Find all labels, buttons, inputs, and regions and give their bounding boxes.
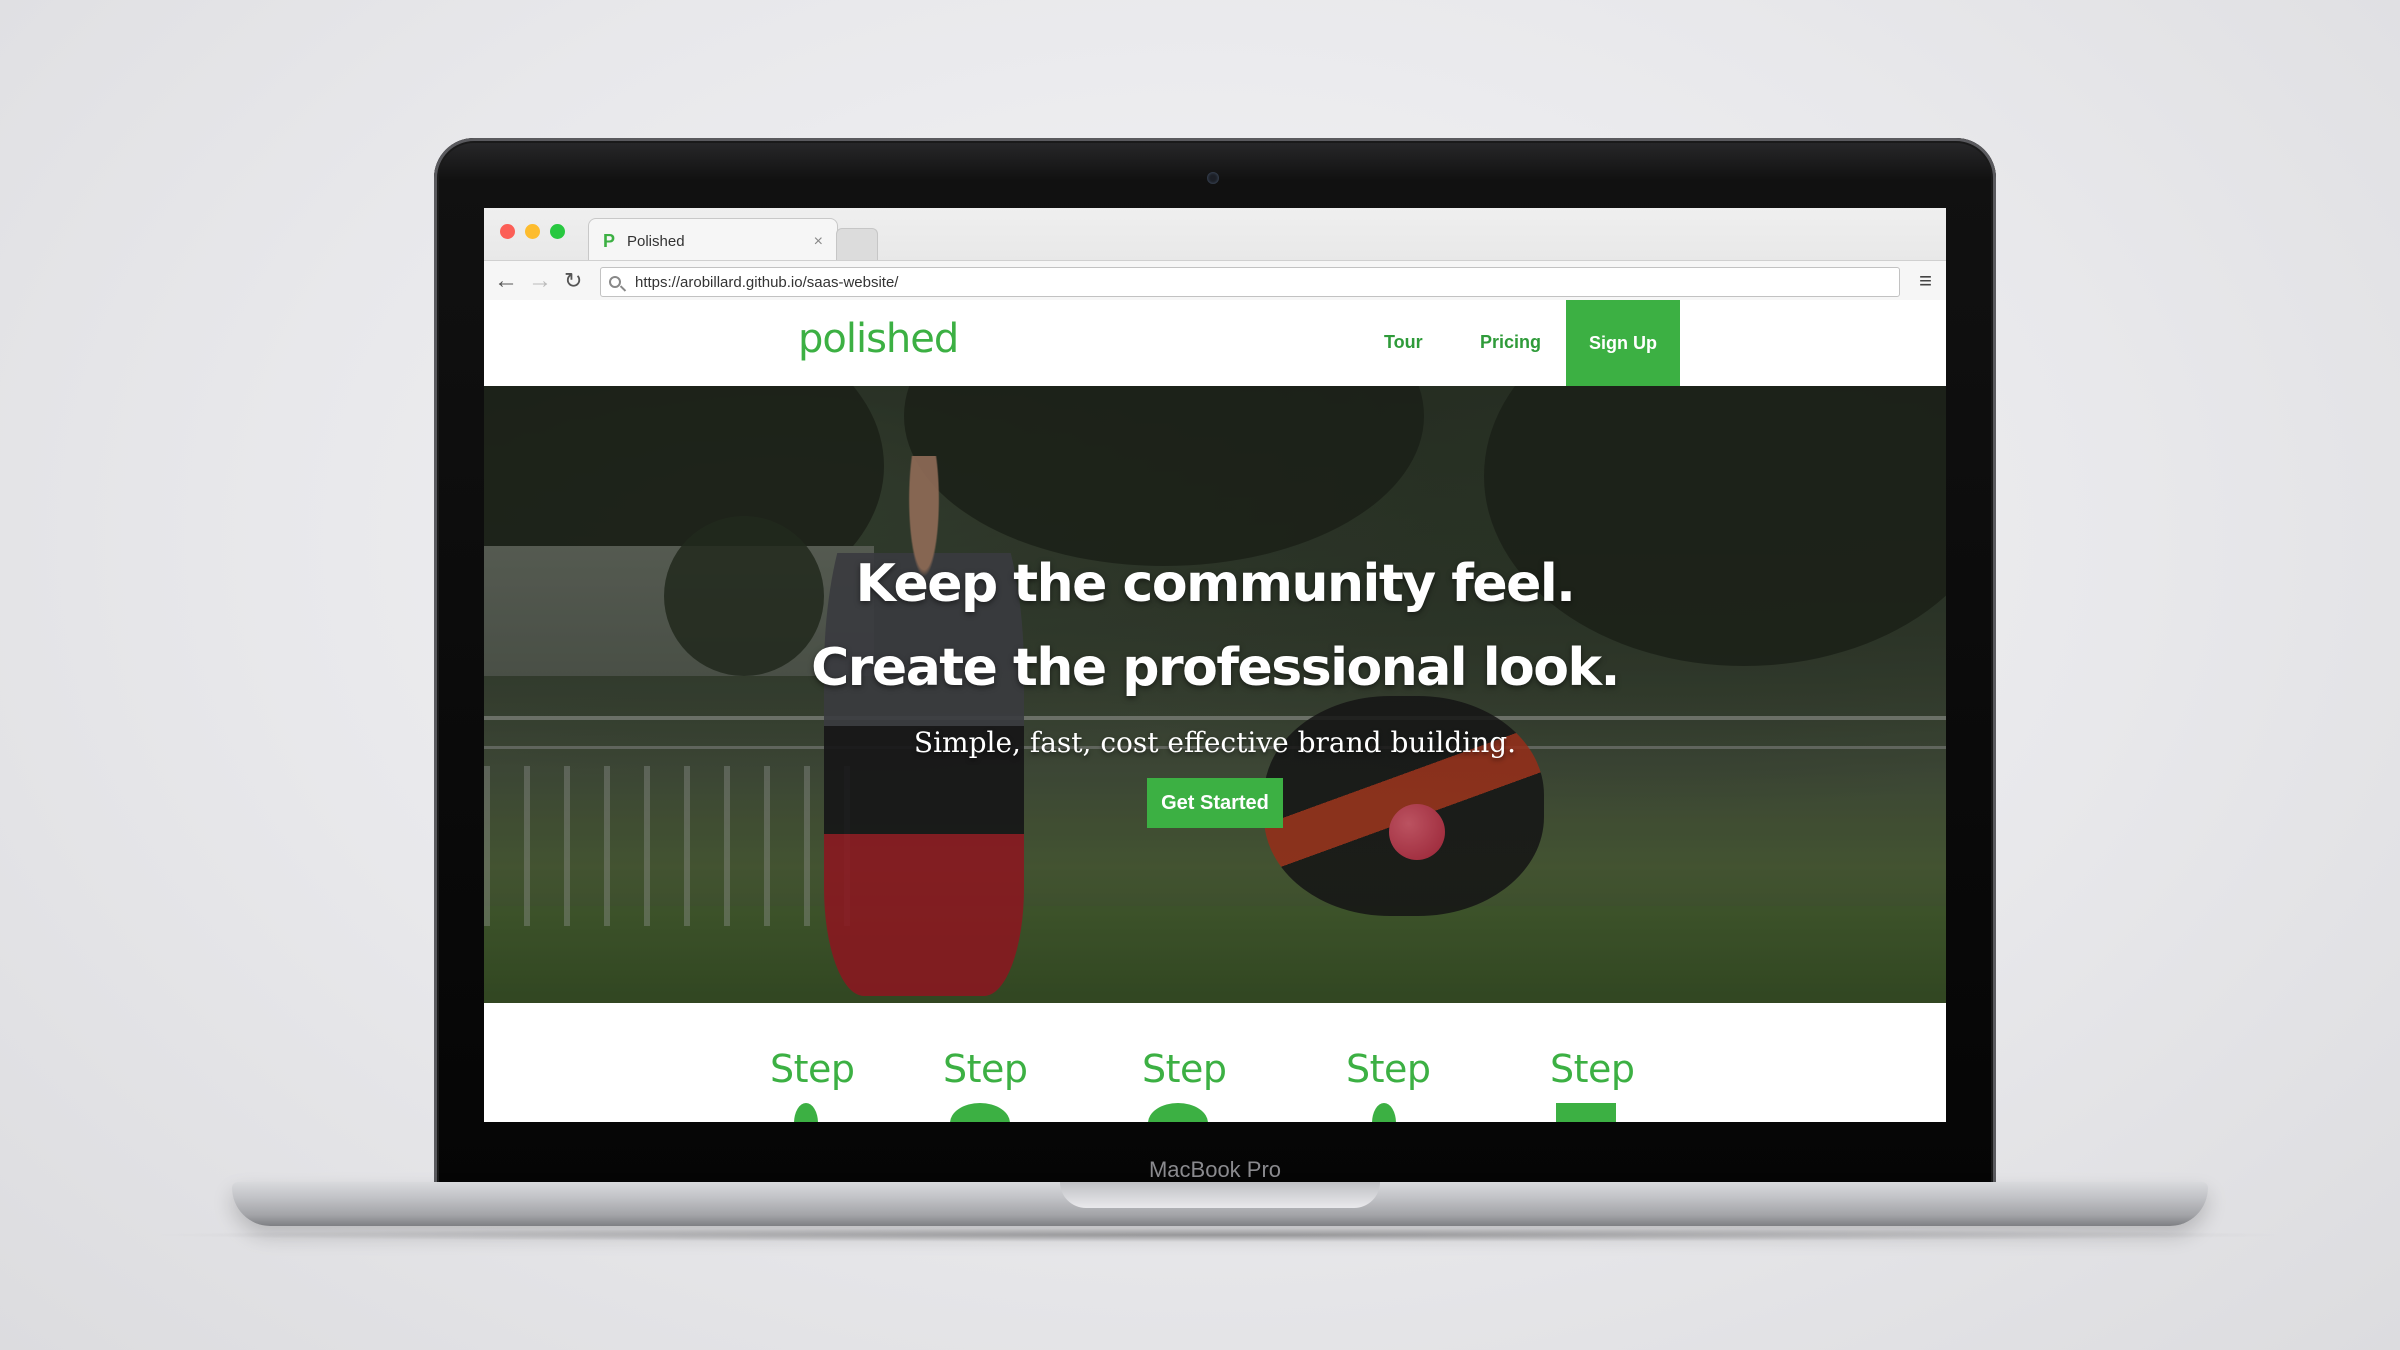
nav-link-pricing[interactable]: Pricing xyxy=(1480,332,1541,353)
hero-subtitle: Simple, fast, cost effective brand build… xyxy=(913,726,1517,759)
reload-icon[interactable]: ↻ xyxy=(564,267,582,295)
close-window-button[interactable] xyxy=(500,224,515,239)
laptop-shadow xyxy=(140,1228,2300,1242)
back-icon[interactable]: ← xyxy=(494,267,518,295)
address-bar[interactable]: https://arobillard.github.io/saas-websit… xyxy=(600,267,1900,297)
browser-chrome: P Polished × ← → ↻ https://arobillard.gi… xyxy=(484,208,1946,300)
favicon-icon: P xyxy=(603,231,616,251)
browser-window: P Polished × ← → ↻ https://arobillard.gi… xyxy=(484,208,1946,1122)
signup-button[interactable]: Sign Up xyxy=(1566,300,1680,386)
window-controls xyxy=(500,224,565,239)
hero-headline-line2: Create the professional look. xyxy=(811,638,1620,698)
step-label: Step xyxy=(770,1047,855,1091)
device-model-label: MacBook Pro xyxy=(1148,1157,1282,1182)
step-number-2 xyxy=(950,1103,1010,1122)
camera-icon xyxy=(1207,172,1219,184)
browser-toolbar: ← → ↻ https://arobillard.github.io/saas-… xyxy=(484,260,1946,300)
maximize-window-button[interactable] xyxy=(550,224,565,239)
search-icon xyxy=(609,276,621,288)
browser-tab[interactable]: P Polished × xyxy=(588,218,838,264)
tab-title: Polished xyxy=(627,233,685,250)
nav-link-tour[interactable]: Tour xyxy=(1384,332,1423,353)
step-number-3 xyxy=(1148,1103,1208,1122)
step-number-4 xyxy=(1372,1103,1396,1122)
menu-icon[interactable]: ≡ xyxy=(1919,268,1932,294)
site-logo[interactable]: polished xyxy=(798,316,959,362)
hero-headline-line1: Keep the community feel. xyxy=(855,554,1576,614)
stage: P Polished × ← → ↻ https://arobillard.gi… xyxy=(0,0,2400,1350)
step-label: Step xyxy=(943,1047,1028,1091)
step-label: Step xyxy=(1550,1047,1635,1091)
tab-close-icon[interactable]: × xyxy=(814,233,823,251)
steps-section: Step Step Step Step Step xyxy=(484,1003,1946,1122)
step-label: Step xyxy=(1346,1047,1431,1091)
hero-section: Keep the community feel. Create the prof… xyxy=(484,386,1946,1003)
step-label: Step xyxy=(1142,1047,1227,1091)
forward-icon[interactable]: → xyxy=(528,267,552,295)
get-started-button[interactable]: Get Started xyxy=(1147,778,1283,828)
step-number-5 xyxy=(1556,1103,1616,1122)
site-navbar: polished Tour Pricing Sign Up xyxy=(484,300,1946,386)
laptop-notch xyxy=(1060,1182,1380,1208)
step-number-1 xyxy=(794,1103,818,1122)
new-tab-button[interactable] xyxy=(836,228,878,262)
minimize-window-button[interactable] xyxy=(525,224,540,239)
url-text[interactable]: https://arobillard.github.io/saas-websit… xyxy=(635,274,898,291)
